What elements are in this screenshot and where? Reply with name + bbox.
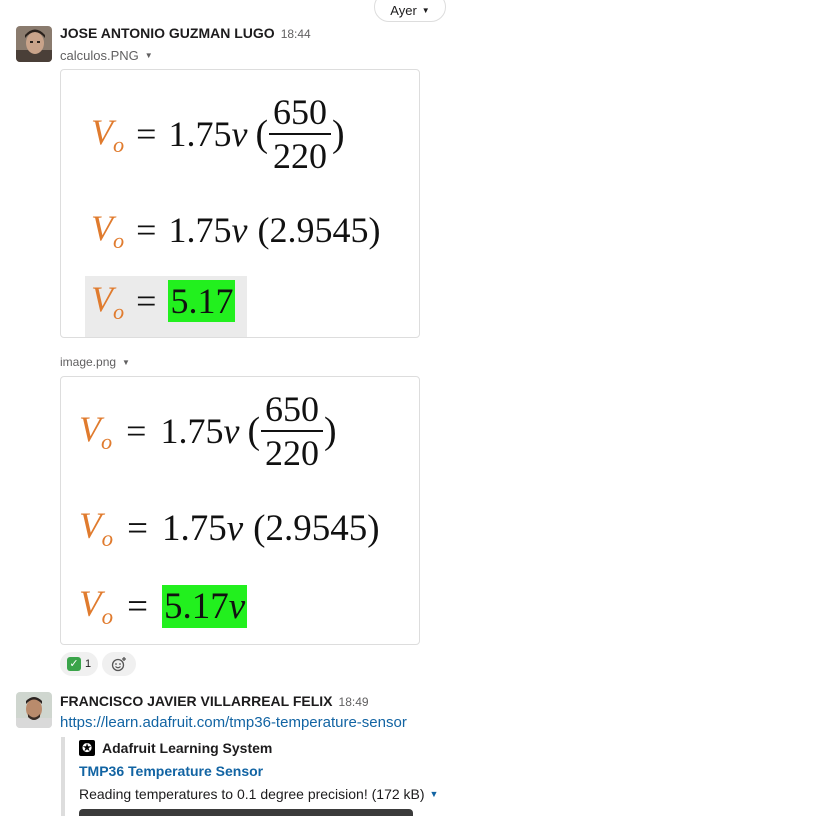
link-unfurl: ✪ Adafruit Learning System TMP36 Tempera… (61, 737, 481, 816)
white-check-mark-icon: ✓ (67, 657, 81, 671)
add-reaction-button[interactable] (102, 652, 137, 676)
equation-line: Vo = 1.75 v ( 650 220 ) (91, 92, 345, 176)
image-attachment[interactable]: Vo = 1.75 v ( 650 220 ) Vo = 1.75 v (2.9545… (60, 376, 420, 645)
file-name-toggle[interactable]: calculos.PNG ▼ (60, 48, 153, 63)
equation-line: Vo = 5.17v (79, 584, 248, 630)
sender-name[interactable]: FRANCISCO JAVIER VILLARREAL FELIX (60, 693, 333, 709)
day-divider-label: Ayer (390, 2, 417, 18)
add-emoji-icon (111, 657, 127, 672)
unfurl-preview-image[interactable] (79, 809, 413, 816)
unfurl-description: Reading temperatures to 0.1 degree preci… (79, 786, 439, 802)
highlighted-result: 5.17v (161, 585, 248, 628)
day-divider-button[interactable]: Ayer ▼ (374, 0, 446, 22)
highlighted-result: 5.17 (168, 280, 236, 323)
equation-line: Vo = 1.75 v ( 650 220 ) (79, 389, 337, 473)
equation-line: Vo = 1.75 v (2.9545) (91, 208, 381, 253)
chevron-down-icon: ▼ (421, 5, 430, 15)
reaction-check[interactable]: ✓ 1 (60, 652, 99, 676)
caret-down-icon: ▼ (144, 51, 153, 60)
avatar[interactable] (16, 692, 52, 728)
file-name: calculos.PNG (60, 48, 139, 63)
reaction-count: 1 (85, 658, 92, 670)
avatar[interactable] (16, 26, 52, 62)
image-attachment[interactable]: Vo = 1.75 v ( 650 220 ) Vo = 1.75 v (2.9545… (60, 69, 420, 338)
unfurl-title-link[interactable]: TMP36 Temperature Sensor (79, 763, 263, 779)
sender-name[interactable]: JOSE ANTONIO GUZMAN LUGO (60, 25, 275, 41)
unfurl-site: ✪ Adafruit Learning System (79, 740, 272, 756)
file-name-toggle[interactable]: image.png ▼ (60, 355, 130, 369)
equation-line: Vo = 1.75 v (2.9545) (79, 506, 380, 552)
file-name: image.png (60, 355, 117, 369)
message-timestamp[interactable]: 18:44 (281, 27, 311, 41)
adafruit-star-icon: ✪ (79, 740, 95, 756)
equation-line: Vo = 5.17 (91, 279, 236, 324)
reactions-bar: ✓ 1 (60, 652, 137, 676)
message-sender[interactable]: JOSE ANTONIO GUZMAN LUGO 18:44 (60, 25, 311, 41)
caret-down-icon: ▼ (122, 357, 130, 367)
message-link[interactable]: https://learn.adafruit.com/tmp36-tempera… (60, 714, 407, 731)
message-timestamp[interactable]: 18:49 (339, 695, 369, 709)
caret-down-icon[interactable]: ▼ (430, 789, 439, 799)
message-sender[interactable]: FRANCISCO JAVIER VILLARREAL FELIX 18:49 (60, 693, 369, 709)
variable: Vo (91, 111, 125, 157)
site-name: Adafruit Learning System (102, 740, 273, 756)
